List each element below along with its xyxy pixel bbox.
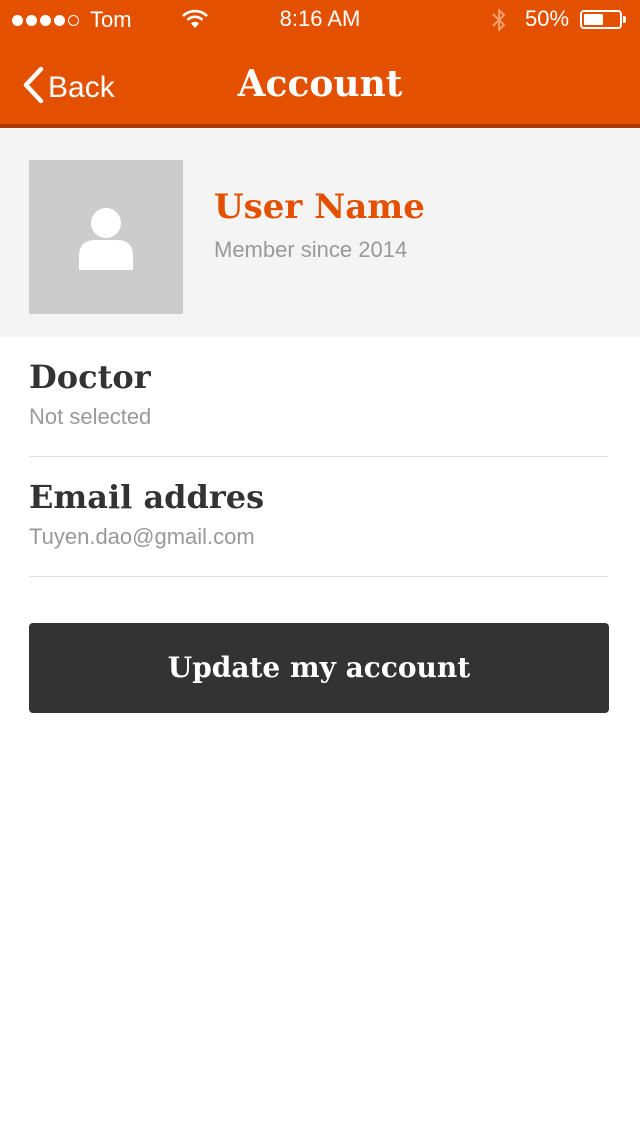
account-screen: Tom 8:16 AM 50% Back Account User Name M… [0,0,640,1136]
email-field[interactable]: Email addres Tuyen.dao@gmail.com [29,457,608,577]
member-since: Member since 2014 [214,237,408,262]
battery-tip [623,16,626,23]
bluetooth-icon [490,7,508,39]
doctor-value: Not selected [29,404,152,429]
page-title: Account [237,63,403,105]
doctor-label: Doctor [29,358,151,396]
battery-fill [584,14,603,25]
battery-icon [580,10,622,29]
update-account-button[interactable]: Update my account [29,623,609,713]
user-name: User Name [214,187,425,227]
email-label: Email addres [29,478,265,516]
navigation-bar: Back Account [0,40,640,128]
avatar[interactable] [29,160,183,314]
profile-header: User Name Member since 2014 [0,128,640,337]
doctor-field[interactable]: Doctor Not selected [29,337,608,457]
battery-percentage: 50% [525,6,570,31]
user-silhouette-icon [79,208,133,270]
status-bar: Tom 8:16 AM 50% [0,0,640,40]
email-value: Tuyen.dao@gmail.com [29,524,255,549]
